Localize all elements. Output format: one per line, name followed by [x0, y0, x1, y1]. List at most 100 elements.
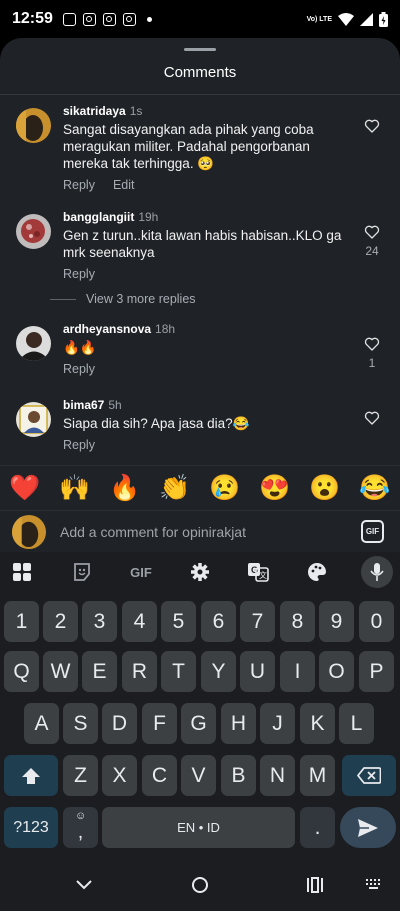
key-4[interactable]: 4: [122, 601, 157, 642]
key-x[interactable]: X: [102, 755, 137, 796]
key-y[interactable]: Y: [201, 651, 236, 692]
avatar[interactable]: [16, 108, 51, 143]
key-2[interactable]: 2: [43, 601, 78, 642]
drag-handle[interactable]: [184, 48, 216, 51]
keyboard-toolbar: GIF G文: [0, 552, 400, 592]
key-i[interactable]: I: [280, 651, 315, 692]
nav-recents-icon[interactable]: [305, 875, 325, 895]
comment-time: 1s: [129, 104, 143, 118]
comment-username[interactable]: sikatridaya: [63, 104, 126, 118]
comment-username[interactable]: bima67: [63, 398, 104, 412]
comment-input[interactable]: [60, 519, 345, 545]
key-3[interactable]: 3: [82, 601, 117, 642]
symbols-key[interactable]: ?123: [4, 807, 58, 848]
key-u[interactable]: U: [240, 651, 275, 692]
gif-button[interactable]: GIF: [361, 520, 384, 543]
key-5[interactable]: 5: [161, 601, 196, 642]
key-1[interactable]: 1: [4, 601, 39, 642]
key-j[interactable]: J: [260, 703, 295, 744]
avatar[interactable]: [16, 402, 51, 437]
key-b[interactable]: B: [221, 755, 256, 796]
reply-button[interactable]: Reply: [63, 438, 95, 452]
key-n[interactable]: N: [260, 755, 295, 796]
emoji-heart[interactable]: ❤️: [9, 473, 40, 503]
comma-emoji-key[interactable]: ☺ ,: [63, 807, 98, 848]
key-a[interactable]: A: [24, 703, 59, 744]
nav-home-icon[interactable]: [190, 875, 210, 895]
key-z[interactable]: Z: [63, 755, 98, 796]
key-v[interactable]: V: [181, 755, 216, 796]
send-key[interactable]: [340, 807, 396, 848]
grid-icon[interactable]: [10, 560, 34, 584]
emoji-fire[interactable]: 🔥: [109, 473, 140, 503]
view-more-replies-button[interactable]: View 3 more replies: [50, 292, 196, 306]
key-q[interactable]: Q: [4, 651, 39, 692]
heart-icon[interactable]: [364, 224, 380, 240]
emoji-heart-eyes[interactable]: 😍: [259, 473, 290, 503]
comment-header: bangglangiit 19h: [63, 210, 353, 224]
backspace-key[interactable]: [342, 755, 396, 796]
emoji-clap[interactable]: 👏: [159, 473, 190, 503]
comment-username[interactable]: bangglangiit: [63, 210, 134, 224]
comment-time: 19h: [138, 210, 159, 224]
key-9[interactable]: 9: [319, 601, 354, 642]
shift-key[interactable]: [4, 755, 58, 796]
key-o[interactable]: O: [319, 651, 354, 692]
comment-text: 🔥🔥: [63, 340, 97, 355]
key-k[interactable]: K: [300, 703, 335, 744]
comment-username[interactable]: ardheyansnova: [63, 322, 151, 336]
comment-text: Siapa dia sih? Apa jasa dia?😂: [63, 416, 250, 431]
heart-icon[interactable]: [364, 336, 380, 352]
key-g[interactable]: G: [181, 703, 216, 744]
emoji-raised-hands[interactable]: 🙌: [59, 473, 90, 503]
key-h[interactable]: H: [221, 703, 256, 744]
key-l[interactable]: L: [339, 703, 374, 744]
key-w[interactable]: W: [43, 651, 78, 692]
comment-header: bima67 5h: [63, 398, 353, 412]
nav-back-icon[interactable]: [74, 875, 94, 895]
keyboard-switch-icon[interactable]: [364, 875, 384, 895]
comment-header: sikatridaya 1s: [63, 104, 353, 118]
svg-text:G: G: [251, 565, 258, 575]
key-7[interactable]: 7: [240, 601, 275, 642]
heart-icon[interactable]: [364, 410, 380, 426]
gif-toolbar-button[interactable]: GIF: [124, 560, 158, 584]
key-6[interactable]: 6: [201, 601, 236, 642]
key-p[interactable]: P: [359, 651, 394, 692]
reply-button[interactable]: Reply: [63, 267, 95, 281]
space-key[interactable]: EN • ID: [102, 807, 295, 848]
svg-text:文: 文: [259, 570, 267, 580]
emoji-cry[interactable]: 😢: [209, 473, 240, 503]
edit-button[interactable]: Edit: [113, 178, 135, 192]
divider: [0, 94, 400, 95]
replies-line: [50, 298, 76, 300]
avatar[interactable]: [16, 214, 51, 249]
key-8[interactable]: 8: [280, 601, 315, 642]
period-key[interactable]: .: [300, 807, 335, 848]
comment-text: Sangat disayangkan ada pihak yang coba m…: [63, 122, 314, 171]
comment-text: Gen z turun..kita lawan habis habisan..K…: [63, 228, 342, 260]
mic-icon[interactable]: [361, 556, 393, 588]
key-s[interactable]: S: [63, 703, 98, 744]
palette-icon[interactable]: [305, 560, 329, 584]
emoji-laugh[interactable]: 😂: [359, 473, 390, 503]
avatar[interactable]: [16, 326, 51, 361]
key-c[interactable]: C: [142, 755, 177, 796]
key-f[interactable]: F: [142, 703, 177, 744]
key-t[interactable]: T: [161, 651, 196, 692]
sheet-title: Comments: [163, 64, 237, 81]
translate-icon[interactable]: G文: [246, 560, 270, 584]
sticker-icon[interactable]: [70, 560, 94, 584]
signal-icon: [360, 12, 373, 26]
key-0[interactable]: 0: [359, 601, 394, 642]
key-r[interactable]: R: [122, 651, 157, 692]
reply-button[interactable]: Reply: [63, 362, 95, 376]
key-m[interactable]: M: [300, 755, 335, 796]
settings-gear-icon[interactable]: [188, 560, 212, 584]
key-e[interactable]: E: [82, 651, 117, 692]
user-avatar: [12, 515, 46, 549]
emoji-surprised[interactable]: 😮: [309, 473, 340, 503]
reply-button[interactable]: Reply: [63, 178, 95, 192]
heart-icon[interactable]: [364, 118, 380, 134]
key-d[interactable]: D: [102, 703, 137, 744]
